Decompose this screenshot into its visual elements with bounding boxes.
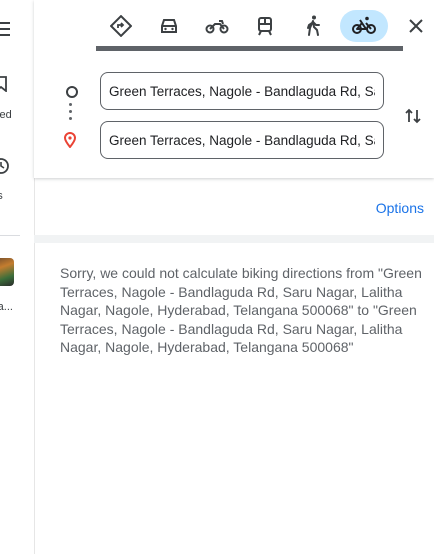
route-dot [69,117,72,120]
diamond-route-icon [110,15,132,37]
car-icon [161,19,177,33]
train-icon [258,17,272,36]
options-link[interactable]: Options [376,200,424,216]
transit-mode-button[interactable] [248,10,282,42]
left-rail: ved ents ra... [0,0,35,554]
saved-label[interactable]: ved [0,109,12,121]
walking-icon [307,15,320,36]
origin-circle-icon [66,86,78,98]
driving-mode-button[interactable] [152,10,186,42]
walking-mode-button[interactable] [296,10,330,42]
cycling-mode-button[interactable] [340,10,388,42]
bookmark-icon[interactable] [0,76,8,92]
destination-field[interactable] [100,121,384,159]
origin-input[interactable] [109,83,375,99]
swap-vertical-icon [405,108,421,124]
menu-icon[interactable] [0,22,16,38]
close-icon [409,19,423,33]
swap-directions-button[interactable] [400,103,426,129]
no-route-message: Sorry, we could not calculate biking dir… [60,265,422,355]
rail-divider [0,235,20,236]
best-route-mode-button[interactable] [104,10,138,42]
directions-panel [34,0,434,178]
recent-place-label[interactable]: ra... [0,301,13,313]
bicycle-icon [352,16,376,34]
loading-progress-bar [96,46,403,51]
section-separator [34,235,434,243]
two-wheeler-mode-button[interactable] [200,10,234,42]
recents-label[interactable]: ents [0,190,3,202]
destination-pin-icon [64,132,76,148]
recent-place-thumbnail[interactable] [0,258,14,286]
travel-mode-bar [34,0,434,52]
route-dot [69,110,72,113]
origin-field[interactable] [100,72,384,110]
route-markers [64,84,78,154]
close-directions-button[interactable] [402,12,430,40]
motorcycle-icon [205,20,229,34]
destination-input[interactable] [109,132,375,148]
route-dot [69,103,72,106]
history-icon[interactable] [0,157,10,175]
